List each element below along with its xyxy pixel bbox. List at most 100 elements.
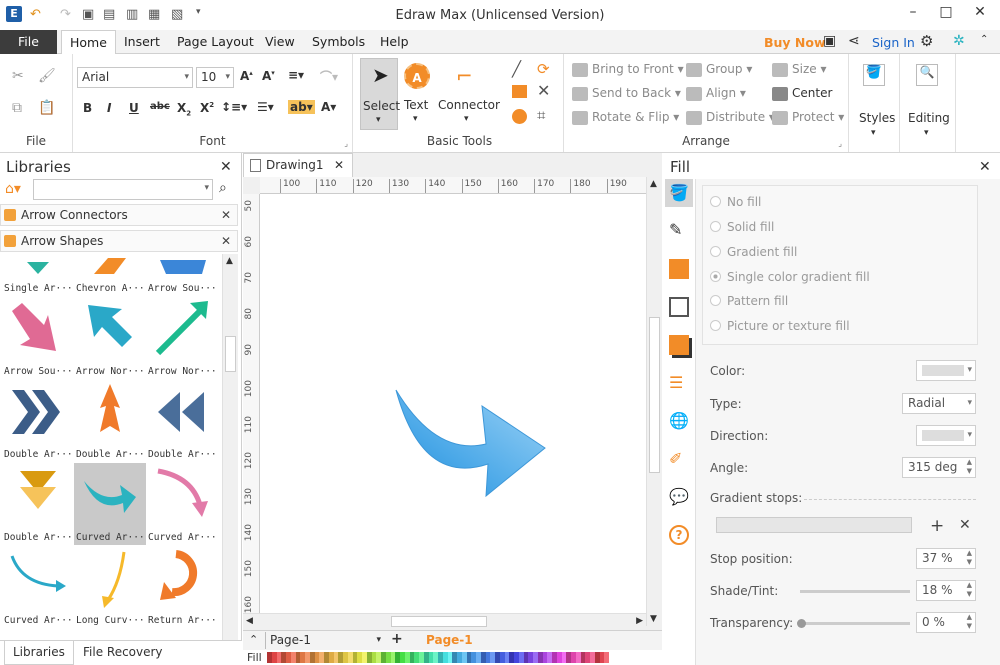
settings-gear-icon[interactable]: ⚙ <box>920 32 933 50</box>
close-libraries-icon[interactable]: ✕ <box>220 159 232 175</box>
tab-symbols[interactable]: Symbols <box>304 30 373 54</box>
align-text-icon[interactable]: ≡▾ <box>288 68 304 82</box>
transparency-stepper[interactable]: 0 % ▲ ▼ <box>916 612 976 633</box>
search-icon[interactable]: ⌕ <box>219 180 227 196</box>
radio-picture-texture-fill[interactable]: Picture or texture fill <box>710 319 850 333</box>
protect-button[interactable]: Protect ▾ <box>772 110 844 125</box>
italic-icon[interactable]: I <box>107 101 111 115</box>
globe-icon[interactable]: 🌐 <box>669 411 689 431</box>
shape-style-icon[interactable] <box>669 259 689 279</box>
shape-curved-arrow-blue[interactable]: Curved Ar··· <box>2 546 74 628</box>
page-tab-active[interactable]: Page-1 <box>426 633 473 647</box>
stepper-arrows-icon[interactable]: ▲ ▼ <box>967 549 972 567</box>
scroll-thumb[interactable] <box>225 336 236 372</box>
shape-arrow-south[interactable]: Arrow Sou··· <box>146 254 218 296</box>
curved-arrow-shape[interactable] <box>260 194 646 626</box>
collapse-ribbon-icon[interactable]: ⌃ <box>980 34 988 45</box>
font-size-select[interactable]: 10 ▾ <box>196 67 234 88</box>
shape-curved-arrow-selected[interactable]: Curved Ar··· <box>74 463 146 545</box>
copy-icon[interactable]: ⧉ <box>12 100 22 116</box>
page-select[interactable]: Page-1 ▾ <box>265 632 383 649</box>
shade-tint-slider[interactable] <box>800 590 910 593</box>
stepper-arrows-icon[interactable]: ▲ ▼ <box>967 613 972 631</box>
subscript-icon[interactable]: X2 <box>177 101 191 117</box>
line-style-icon[interactable]: ✎ <box>669 220 689 240</box>
font-family-select[interactable]: Arial ▾ <box>77 67 193 88</box>
close-tab-icon[interactable]: ✕ <box>334 154 344 176</box>
close-section-icon[interactable]: ✕ <box>221 205 231 225</box>
shape-arrow-northwest[interactable]: Arrow Nor··· <box>74 297 146 379</box>
connector-tool-button[interactable]: ⌐ Connector ▾ <box>436 58 500 130</box>
shape-single-arrow[interactable]: Single Ar··· <box>2 254 74 296</box>
underline-icon[interactable]: U <box>129 101 139 115</box>
tab-insert[interactable]: Insert <box>116 30 168 54</box>
font-color-icon[interactable]: A▾ <box>321 100 336 114</box>
shape-return-arrow[interactable]: Return Ar··· <box>146 546 218 628</box>
minimize-icon[interactable]: – <box>903 4 923 20</box>
library-scrollbar[interactable]: ▲ <box>222 254 238 640</box>
cart-icon[interactable]: ▣ <box>823 33 836 49</box>
canvas-horizontal-scrollbar[interactable]: ◀ ▶ <box>243 613 646 629</box>
scroll-right-icon[interactable]: ▶ <box>636 616 643 626</box>
shape-double-arrow-down[interactable]: Double Ar··· <box>2 463 74 545</box>
theme-icon[interactable]: ✲ <box>953 33 965 49</box>
grow-font-icon[interactable]: A▴ <box>240 69 253 83</box>
text-effects-icon[interactable]: ⌒▾ <box>320 68 338 85</box>
superscript-icon[interactable]: X2 <box>200 101 214 115</box>
canvas-vertical-scrollbar[interactable]: ▲ ▼ <box>646 177 662 626</box>
tab-page-layout[interactable]: Page Layout <box>169 30 262 54</box>
stop-position-stepper[interactable]: 37 % ▲ ▼ <box>916 548 976 569</box>
distribute-button[interactable]: Distribute ▾ <box>686 110 775 125</box>
properties-icon[interactable]: ☰ <box>669 373 689 393</box>
shape-double-arrow-up[interactable]: Double Ar··· <box>74 380 146 462</box>
center-button[interactable]: Center <box>772 86 832 101</box>
ellipse-tool-icon[interactable] <box>512 109 527 124</box>
font-dialog-launcher-icon[interactable]: ⌟ <box>344 139 348 148</box>
close-section-icon[interactable]: ✕ <box>221 231 231 251</box>
fill-bucket-icon[interactable]: 🪣 <box>669 183 689 203</box>
add-stop-icon[interactable]: + <box>930 516 944 536</box>
tab-file-recovery[interactable]: File Recovery <box>83 641 163 663</box>
buy-now-link[interactable]: Buy Now <box>764 35 826 50</box>
shade-tint-stepper[interactable]: 18 % ▲ ▼ <box>916 580 976 601</box>
shape-chevron-arrow[interactable]: Chevron A··· <box>74 254 146 296</box>
format-painter-icon[interactable]: 🖌 <box>38 68 56 84</box>
radio-single-color-gradient-fill[interactable]: Single color gradient fill <box>710 270 870 284</box>
gradient-stops-bar[interactable] <box>716 517 912 533</box>
tab-libraries[interactable]: Libraries <box>4 641 74 665</box>
comment-icon[interactable]: 💬 <box>669 487 689 507</box>
close-panel-icon[interactable]: ✕ <box>979 159 991 175</box>
tab-file[interactable]: File <box>0 30 57 54</box>
type-select[interactable]: Radial ▾ <box>902 393 976 414</box>
crop-tool-icon[interactable]: ⌗ <box>537 106 545 124</box>
stepper-arrows-icon[interactable]: ▲ ▼ <box>967 458 972 476</box>
maximize-icon[interactable]: □ <box>936 4 956 20</box>
radio-no-fill[interactable]: No fill <box>710 195 761 209</box>
slider-handle[interactable] <box>797 619 806 628</box>
bullets-icon[interactable]: ☰▾ <box>257 100 274 114</box>
library-section-arrow-shapes[interactable]: Arrow Shapes ✕ <box>0 230 238 252</box>
arrange-dialog-launcher-icon[interactable]: ⌟ <box>838 139 842 148</box>
line-spacing-icon[interactable]: ↕≡▾ <box>221 100 247 114</box>
shape-double-chevron[interactable]: Double Ar··· <box>2 380 74 462</box>
stepper-arrows-icon[interactable]: ▲ ▼ <box>967 581 972 599</box>
strikethrough-icon[interactable]: abc <box>150 101 170 112</box>
rotate-flip-button[interactable]: Rotate & Flip ▾ <box>572 110 679 125</box>
note-icon[interactable]: ✐ <box>669 449 689 469</box>
help-icon[interactable]: ? <box>669 525 689 545</box>
direction-select[interactable]: ▾ <box>916 425 976 446</box>
send-to-back-button[interactable]: Send to Back ▾ <box>572 86 681 101</box>
angle-stepper[interactable]: 315 deg ▲ ▼ <box>902 457 976 478</box>
shape-double-arrow-left[interactable]: Double Ar··· <box>146 380 218 462</box>
arc-tool-icon[interactable]: ⟳ <box>537 60 550 78</box>
home-library-icon[interactable]: ⌂▾ <box>5 181 21 197</box>
remove-stop-icon[interactable]: ✕ <box>959 517 971 533</box>
add-page-icon[interactable]: + <box>391 631 403 647</box>
scroll-up-icon[interactable]: ▲ <box>226 256 233 266</box>
styles-button[interactable]: 🪣 Styles ▾ <box>851 58 897 143</box>
line-tool-icon[interactable]: ╱ <box>512 60 521 78</box>
shape-arrow-southeast[interactable]: Arrow Sou··· <box>2 297 74 379</box>
cut-icon[interactable]: ✂ <box>12 68 24 84</box>
size-button[interactable]: Size ▾ <box>772 62 826 77</box>
drawing-canvas[interactable] <box>260 194 646 626</box>
